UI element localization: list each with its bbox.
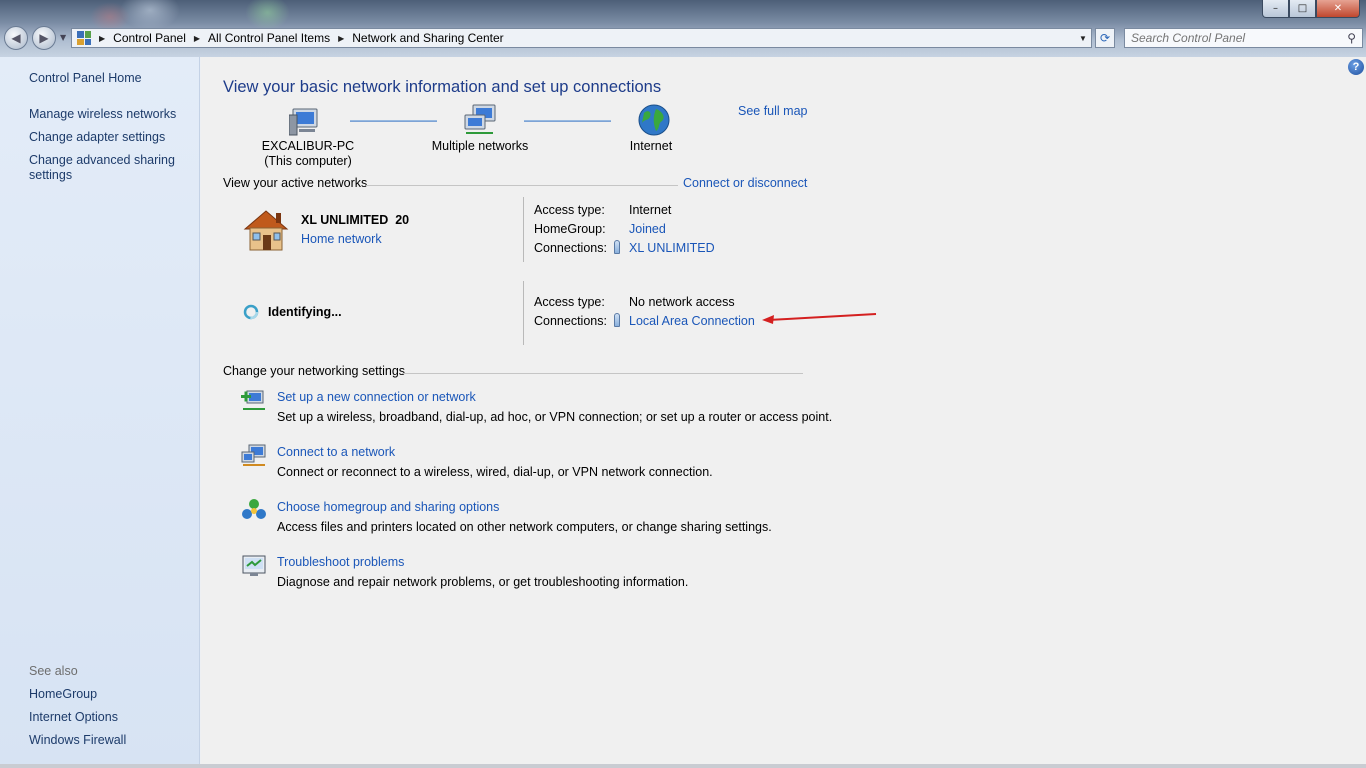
search-icon[interactable]: ⚲ [1347,31,1356,45]
column-separator [523,281,524,345]
forward-button[interactable]: ▶ [32,26,56,50]
setup-new-connection-description: Set up a wireless, broadband, dial-up, a… [277,410,833,424]
network-name: XL UNLIMITED 20 [301,213,410,227]
multiple-networks-icon [464,104,496,134]
home-network-icon [243,210,289,251]
homegroup-sharing-options-description: Access files and printers located on oth… [277,520,772,534]
internet-label: Internet [629,139,673,153]
identifying-network-name: Identifying... [268,305,342,319]
homegroup-label: HomeGroup: [534,222,606,236]
wireless-signal-icon [614,240,620,254]
map-this-computer[interactable]: EXCALIBUR-PC (This computer) [253,139,363,169]
change-adapter-settings-link[interactable]: Change adapter settings [29,130,165,145]
setup-new-connection-link[interactable]: Set up a new connection or network [277,390,476,404]
map-connection-line [350,120,437,122]
xl-unlimited-connection-link[interactable]: XL UNLIMITED [629,241,715,255]
manage-wireless-networks-link[interactable]: Manage wireless networks [29,107,176,122]
breadcrumb-network-sharing[interactable]: Network and Sharing Center [352,31,503,45]
taskbar-edge [0,764,1366,768]
maximize-button[interactable]: □ [1289,0,1316,18]
breadcrumb-chevron-icon[interactable]: ▶ [99,34,105,43]
multiple-networks-label: Multiple networks [431,139,529,153]
red-annotation-arrow [762,313,877,324]
access-type-label: Access type: [534,203,605,217]
breadcrumb-chevron-icon[interactable]: ▶ [338,34,344,43]
see-also-label: See also [29,664,78,678]
troubleshoot-problems-description: Diagnose and repair network problems, or… [277,575,689,589]
connect-or-disconnect-link[interactable]: Connect or disconnect [683,176,807,190]
address-bar[interactable]: ▶ Control Panel ▶ All Control Panel Item… [71,28,1092,48]
connect-network-icon [241,444,266,466]
network2-details: Access type: No network access Connection… [534,293,755,331]
back-arrow-icon: ◀ [11,31,21,45]
control-panel-home-link[interactable]: Control Panel Home [29,71,142,86]
recent-pages-dropdown[interactable]: ▼ [60,33,66,42]
window-controls: – □ ✕ [1262,0,1360,18]
homegroup-link[interactable]: HomeGroup [29,687,97,702]
homegroup-icon [242,499,266,519]
search-box[interactable]: ⚲ [1124,28,1363,48]
address-dropdown-icon[interactable]: ▼ [1075,34,1091,43]
access-type-value: Internet [629,203,672,217]
home-network-link[interactable]: Home network [301,232,382,246]
homegroup-joined-link[interactable]: Joined [629,222,666,236]
main-content: ? View your basic network information an… [201,57,1366,768]
globe-icon [638,104,670,136]
computer-subtitle: (This computer) [264,154,352,168]
map-connection-line [524,120,611,122]
connect-to-network-description: Connect or reconnect to a wireless, wire… [277,465,713,479]
connect-to-network-link[interactable]: Connect to a network [277,445,395,459]
troubleshoot-problems-link[interactable]: Troubleshoot problems [277,555,404,569]
computer-icon [289,108,318,136]
internet-options-link[interactable]: Internet Options [29,710,118,725]
new-connection-icon [241,390,265,410]
map-multiple-networks[interactable]: Multiple networks [425,139,535,154]
map-internet[interactable]: Internet [596,139,706,154]
local-area-connection-link[interactable]: Local Area Connection [629,314,755,328]
breadcrumb-chevron-icon[interactable]: ▶ [194,34,200,43]
change-advanced-sharing-link[interactable]: Change advanced sharing settings [29,153,189,183]
see-full-map-link[interactable]: See full map [738,104,807,118]
troubleshoot-icon [242,555,266,576]
identifying-spinner-icon [243,304,259,320]
forward-arrow-icon: ▶ [39,31,49,45]
access-type-label: Access type: [534,295,605,309]
change-settings-heading: Change your networking settings [223,364,406,378]
search-input[interactable] [1131,31,1331,45]
column-separator [523,197,524,262]
refresh-button[interactable]: ⟳ [1095,28,1115,48]
windows-firewall-link[interactable]: Windows Firewall [29,733,126,748]
ethernet-plug-icon [614,313,620,327]
breadcrumb-all-items[interactable]: All Control Panel Items [208,31,330,45]
refresh-icon: ⟳ [1099,31,1111,45]
wallpaper-glow [245,0,290,30]
network1-details: Access type: Internet HomeGroup: Joined Co… [534,201,715,258]
left-navigation-pane: Control Panel Home Manage wireless netwo… [0,57,200,768]
page-title: View your basic network information and … [223,78,662,96]
active-networks-heading: View your active networks [223,176,368,190]
computer-name: EXCALIBUR-PC [261,139,355,153]
access-type-value: No network access [629,295,735,309]
homegroup-sharing-options-link[interactable]: Choose homegroup and sharing options [277,500,499,514]
divider [402,373,803,374]
back-button[interactable]: ◀ [4,26,28,50]
help-icon[interactable]: ? [1348,59,1364,75]
close-button[interactable]: ✕ [1316,0,1360,18]
breadcrumb-control-panel[interactable]: Control Panel [113,31,186,45]
minimize-button[interactable]: – [1262,0,1289,18]
divider [366,185,678,186]
window-titlebar: – □ ✕ ◀ ▶ ▼ ▶ Control Panel ▶ All Contro… [0,0,1366,57]
control-panel-icon [77,31,91,45]
